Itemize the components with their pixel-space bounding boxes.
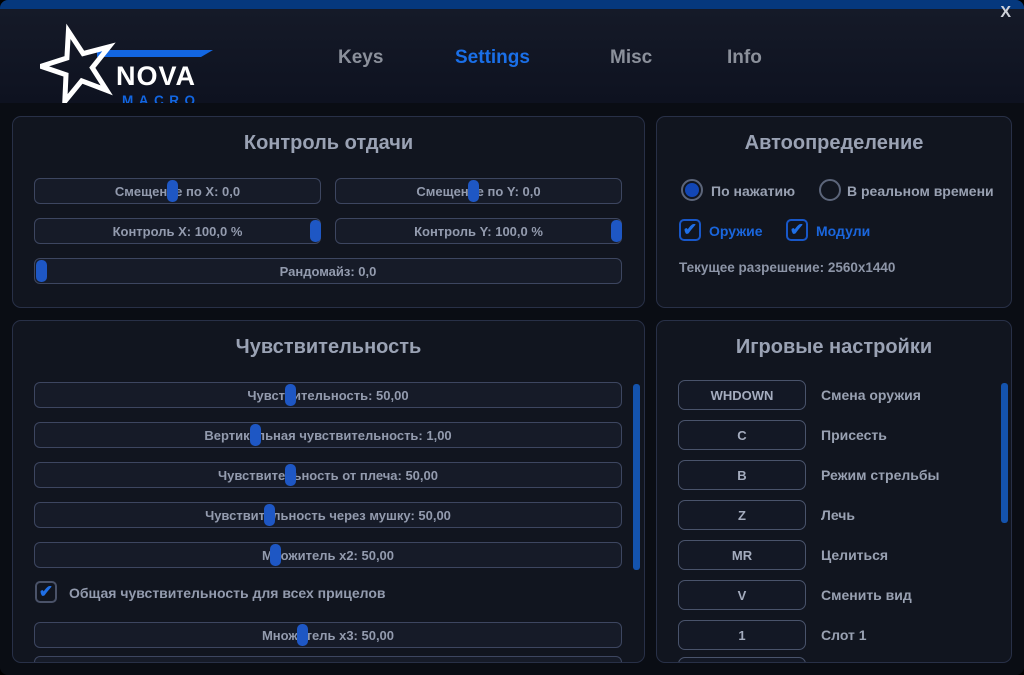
slider-thumb[interactable] xyxy=(167,180,178,202)
radio-label[interactable]: По нажатию xyxy=(711,183,795,199)
tab-misc[interactable]: Misc xyxy=(610,47,652,69)
checkbox-global-sensitivity[interactable]: ✔ xyxy=(35,581,57,603)
keybind-aim[interactable]: MR xyxy=(678,540,806,570)
slider-label: Вертикальная чувствительность: 1,00 xyxy=(35,423,621,447)
slider-multiplier-x2[interactable]: Множитель x2: 50,00 xyxy=(34,542,622,568)
slider-vertical-sensitivity[interactable]: Вертикальная чувствительность: 1,00 xyxy=(34,422,622,448)
app-window: NOVA MACRO Keys Settings Misc Info X Кон… xyxy=(0,0,1024,675)
keybind-action-label: Сменить вид xyxy=(821,580,912,610)
slider-thumb[interactable] xyxy=(250,424,261,446)
radio-label[interactable]: В реальном времени xyxy=(847,183,994,199)
check-icon: ✔ xyxy=(39,583,53,600)
tab-keys[interactable]: Keys xyxy=(338,47,383,69)
panel-title: Автоопределение xyxy=(657,132,1011,155)
slider-multiplier-x3[interactable]: Множитель x3: 50,00 xyxy=(34,622,622,648)
keybind-action-label: Присесть xyxy=(821,420,887,450)
autodetect-panel: Автоопределение По нажатию В реальном вр… xyxy=(656,116,1012,308)
slider-thumb[interactable] xyxy=(285,384,296,406)
keybind-action-label: Смена оружия xyxy=(821,380,921,410)
slider-control-x[interactable]: Контроль X: 100,0 % xyxy=(34,218,321,244)
slider-thumb[interactable] xyxy=(36,260,47,282)
slider-label: Множитель x3: 50,00 xyxy=(35,623,621,647)
panel-title: Чувствительность xyxy=(13,336,644,359)
logo-text-nova: NOVA xyxy=(116,61,196,91)
game-settings-panel: Игровые настройки WHDOWN Смена оружия C … xyxy=(656,320,1012,663)
slider-thumb[interactable] xyxy=(297,624,308,646)
checkbox-label[interactable]: Общая чувствительность для всех прицелов xyxy=(69,585,386,601)
check-icon: ✔ xyxy=(790,221,804,238)
keybind-crouch[interactable]: C xyxy=(678,420,806,450)
keybind-prone[interactable]: Z xyxy=(678,500,806,530)
slider-thumb[interactable] xyxy=(468,180,479,202)
slider-sensitivity[interactable]: Чувствительность: 50,00 xyxy=(34,382,622,408)
panel-title: Контроль отдачи xyxy=(13,132,644,155)
slider-thumb[interactable] xyxy=(270,544,281,566)
slider-label: Рандомайз: 0,0 xyxy=(35,259,621,283)
slider-label: Контроль Y: 100,0 % xyxy=(336,219,621,243)
sensitivity-panel: Чувствительность Чувствительность: 50,00… xyxy=(12,320,645,663)
slider-label: Множитель x2: 50,00 xyxy=(35,543,621,567)
tab-settings[interactable]: Settings xyxy=(455,47,530,69)
radio-on-press[interactable] xyxy=(681,179,703,201)
panel-title: Игровые настройки xyxy=(657,336,1011,359)
slider-thumb[interactable] xyxy=(285,464,296,486)
slider-label: Чувствительность от плеча: 50,00 xyxy=(35,463,621,487)
clipped-keybind-row xyxy=(678,657,806,663)
keybind-weapon-swap[interactable]: WHDOWN xyxy=(678,380,806,410)
slider-thumb[interactable] xyxy=(264,504,275,526)
radio-realtime[interactable] xyxy=(819,179,841,201)
checkbox-label[interactable]: Модули xyxy=(816,223,870,239)
scrollbar[interactable] xyxy=(1001,383,1008,523)
slider-control-y[interactable]: Контроль Y: 100,0 % xyxy=(335,218,622,244)
tab-info[interactable]: Info xyxy=(727,47,762,69)
keybind-action-label: Слот 1 xyxy=(821,620,867,650)
content-area: Контроль отдачи Смещение по X: 0,0 Смеще… xyxy=(0,103,1024,675)
slider-thumb[interactable] xyxy=(310,220,321,242)
keybind-fire-mode[interactable]: B xyxy=(678,460,806,490)
header: NOVA MACRO Keys Settings Misc Info xyxy=(0,9,1024,103)
slider-ironsight-sensitivity[interactable]: Чувствительность через мушку: 50,00 xyxy=(34,502,622,528)
checkbox-modules[interactable]: ✔ xyxy=(786,219,808,241)
recoil-control-panel: Контроль отдачи Смещение по X: 0,0 Смеще… xyxy=(12,116,645,308)
checkbox-weapon[interactable]: ✔ xyxy=(679,219,701,241)
star-icon xyxy=(41,31,109,101)
close-button[interactable]: X xyxy=(1000,4,1011,22)
scrollbar[interactable] xyxy=(633,384,640,570)
keybind-slot-1[interactable]: 1 xyxy=(678,620,806,650)
slider-offset-x[interactable]: Смещение по X: 0,0 xyxy=(34,178,321,204)
slider-label: Контроль X: 100,0 % xyxy=(35,219,320,243)
checkbox-label[interactable]: Оружие xyxy=(709,223,763,239)
keybind-change-view[interactable]: V xyxy=(678,580,806,610)
keybind-action-label: Целиться xyxy=(821,540,888,570)
title-bar-strip xyxy=(0,0,1024,9)
check-icon: ✔ xyxy=(683,221,697,238)
slider-shoulder-sensitivity[interactable]: Чувствительность от плеча: 50,00 xyxy=(34,462,622,488)
logo-swoosh xyxy=(97,50,213,57)
nova-macro-logo: NOVA MACRO xyxy=(40,21,230,113)
slider-offset-y[interactable]: Смещение по Y: 0,0 xyxy=(335,178,622,204)
slider-label: Чувствительность через мушку: 50,00 xyxy=(35,503,621,527)
keybind-action-label: Лечь xyxy=(821,500,855,530)
slider-randomize[interactable]: Рандомайз: 0,0 xyxy=(34,258,622,284)
slider-thumb[interactable] xyxy=(611,220,622,242)
keybind-action-label: Режим стрельбы xyxy=(821,460,939,490)
clipped-slider-row xyxy=(34,656,622,663)
slider-label: Чувствительность: 50,00 xyxy=(35,383,621,407)
current-resolution-text: Текущее разрешение: 2560x1440 xyxy=(679,260,895,275)
